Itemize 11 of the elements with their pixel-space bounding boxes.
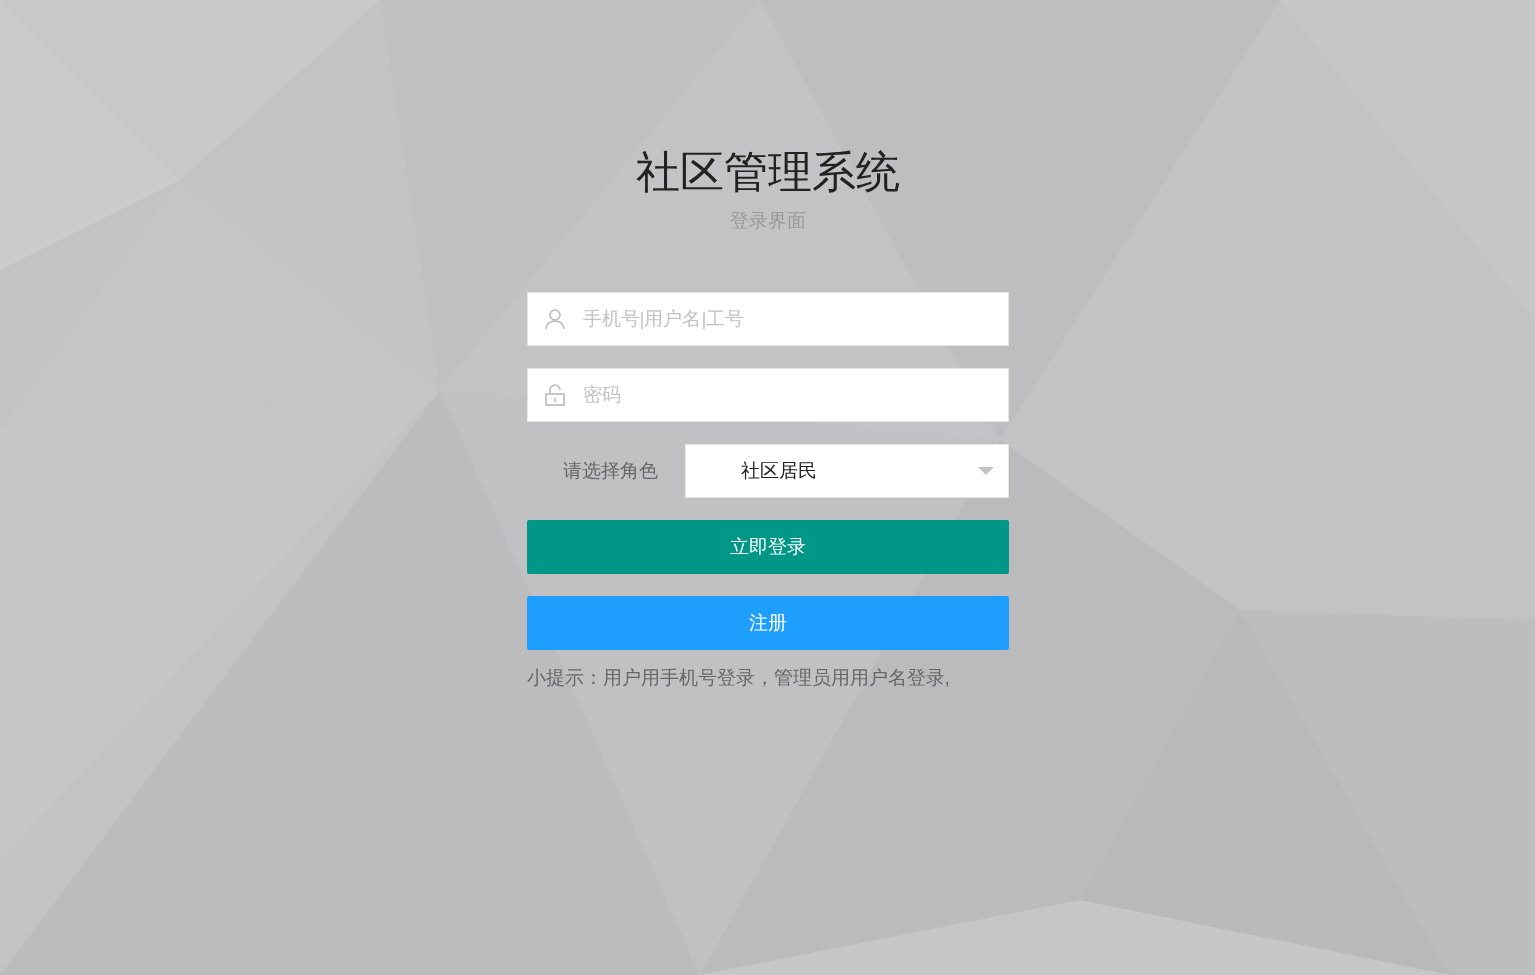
register-button[interactable]: 注册 xyxy=(526,596,1009,650)
username-field[interactable]: 手机号|用户名|工号 xyxy=(526,292,1009,346)
page-title: 社区管理系统 xyxy=(635,146,900,198)
role-select[interactable]: 社区居民 xyxy=(684,444,1009,498)
user-icon xyxy=(544,308,565,330)
hint-text: 小提示：用户用手机号登录，管理员用用户名登录, xyxy=(526,666,951,690)
role-label: 请选择角色 xyxy=(561,458,659,483)
caret-icon xyxy=(977,467,994,475)
password-field[interactable]: 密码 xyxy=(526,368,1009,422)
lock-icon xyxy=(544,384,565,406)
login-button[interactable]: 立即登录 xyxy=(526,520,1009,574)
